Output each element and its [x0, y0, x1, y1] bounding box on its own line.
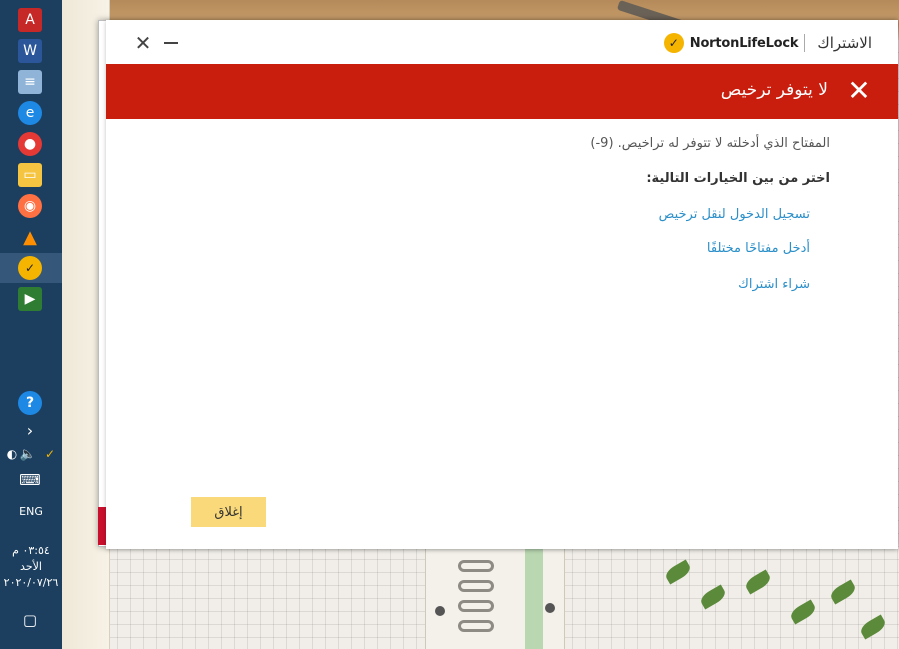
enter-different-key-link[interactable]: أدخل مفتاحًا مختلفًا — [707, 241, 810, 256]
brand-separator — [804, 34, 806, 52]
norton-tray-icon[interactable]: ✓ — [38, 442, 62, 466]
help-icon[interactable]: ? — [18, 391, 42, 415]
options-prompt: اختر من بين الخيارات التالية: — [646, 171, 830, 186]
notebook-ring — [458, 620, 494, 632]
keyboard-icon[interactable]: ⌨ — [18, 468, 42, 492]
close-button[interactable]: إغلاق — [191, 497, 266, 527]
firefox-icon[interactable]: ◉ — [18, 194, 42, 218]
pdf-icon[interactable]: A — [18, 8, 42, 32]
language-indicator[interactable]: ENG — [0, 505, 62, 518]
chevron-right-icon[interactable]: › — [18, 418, 42, 442]
clock-date[interactable]: ٢٠٢٠/٠٧/٢٦ — [0, 576, 62, 589]
error-title: لا يتوفر ترخيص — [720, 80, 828, 100]
taskbar: A W ≡ e ● ▭ ◉ ▲ ✓ ▶ ? › ◐ 🔈 ✓ ⌨ ENG ٠٣:٥… — [0, 0, 62, 649]
notebook-hole — [545, 603, 555, 613]
norton-logo-icon: ✓ — [663, 33, 684, 53]
edge-icon[interactable]: e — [18, 101, 42, 125]
media-player-icon[interactable]: ▶ — [18, 287, 42, 311]
word-icon[interactable]: W — [18, 39, 42, 63]
volume-icon[interactable]: 🔈 — [16, 442, 40, 466]
notebook-ring — [458, 580, 494, 592]
brand-name: NortonLifeLock — [689, 35, 799, 51]
file-explorer-icon[interactable]: ▭ — [18, 163, 42, 187]
buy-subscription-link[interactable]: شراء اشتراك — [738, 277, 810, 292]
clock-time[interactable]: ٠٣:٥٤ م — [0, 544, 62, 557]
app-window-red-edge — [98, 507, 106, 545]
brand-area: ✓ NortonLifeLock الاشتراك — [663, 30, 880, 56]
window-close-button[interactable]: ✕ — [132, 32, 154, 54]
notebook-ring — [458, 600, 494, 612]
clock-day[interactable]: الأحد — [0, 560, 62, 573]
notifications-icon[interactable]: ▢ — [18, 608, 42, 632]
chrome-icon[interactable]: ● — [18, 132, 42, 156]
window-title: الاشتراك — [817, 34, 872, 52]
notebook-hole — [435, 606, 445, 616]
sign-in-transfer-link[interactable]: تسجيل الدخول لنقل ترخيص — [659, 207, 810, 222]
desktop-notebook — [425, 548, 565, 649]
window-minimize-button[interactable] — [164, 42, 178, 44]
license-dialog: ✕ ✓ NortonLifeLock الاشتراك ✕ لا يتوفر ت… — [106, 20, 898, 549]
vlc-icon[interactable]: ▲ — [18, 225, 42, 249]
title-bar: ✕ ✓ NortonLifeLock الاشتراك — [106, 20, 898, 64]
notebook-ring — [458, 560, 494, 572]
norton-icon[interactable]: ✓ — [18, 256, 42, 280]
close-x-icon: ✕ — [847, 74, 871, 107]
desktop-notebook-stripe — [525, 548, 543, 649]
notepad-icon[interactable]: ≡ — [18, 70, 42, 94]
error-message: المفتاح الذي أدخلته لا تتوفر له تراخيص. … — [590, 136, 830, 151]
error-header: ✕ لا يتوفر ترخيص — [106, 64, 898, 119]
